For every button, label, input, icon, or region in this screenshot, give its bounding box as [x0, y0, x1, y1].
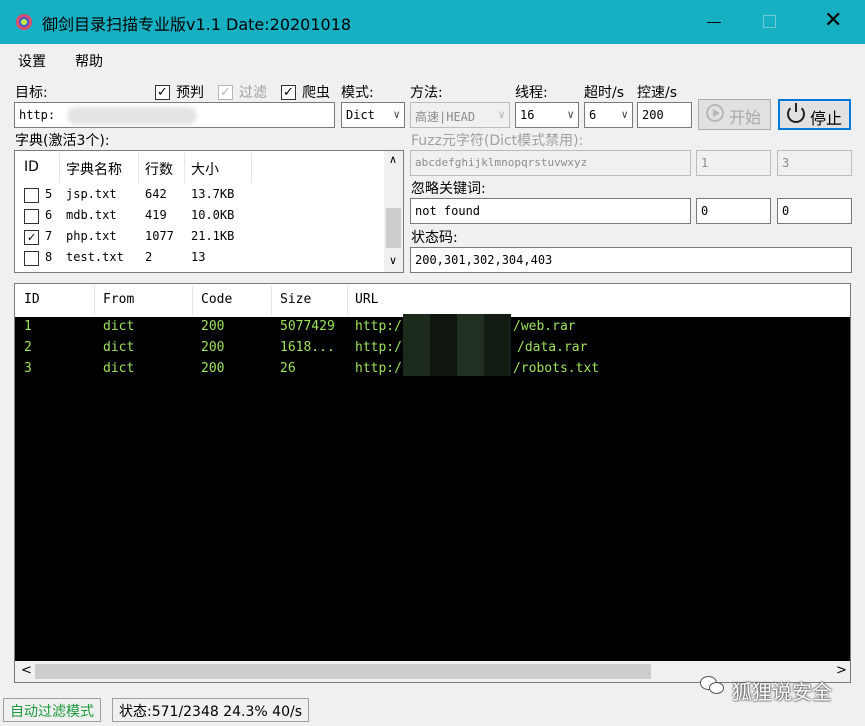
ignore-keyword-input[interactable]: not found: [410, 198, 691, 224]
list-item[interactable]: ✓ 7 php.txt 1077 21.1KB: [15, 227, 385, 248]
results-table[interactable]: ID From Code Size URL 1 dict 200 5077429…: [14, 283, 851, 683]
col-id[interactable]: ID: [24, 292, 40, 307]
power-icon: [787, 103, 805, 123]
threads-select[interactable]: 16 ∨: [515, 102, 579, 128]
status-code-input[interactable]: 200,301,302,304,403: [410, 247, 852, 273]
dict-list[interactable]: ID 字典名称 行数 大小 5 jsp.txt 642 13.7KB 6 mdb…: [14, 150, 404, 273]
minimize-icon: [707, 22, 721, 23]
method-label: 方法:: [410, 85, 443, 101]
chevron-down-icon: ∨: [498, 108, 505, 121]
wechat-logo-icon: [700, 676, 726, 696]
maximize-button[interactable]: [742, 0, 798, 44]
crawler-label: 爬虫: [302, 85, 330, 101]
fuzz-min-input[interactable]: 1: [696, 150, 771, 176]
filter-checkbox[interactable]: ✓: [218, 85, 233, 100]
menu-help[interactable]: 帮助: [75, 51, 103, 71]
play-icon: [706, 104, 724, 122]
redacted-region: [67, 107, 197, 125]
target-label: 目标:: [15, 85, 48, 101]
dict-checkbox[interactable]: ✓: [24, 230, 39, 245]
menu-settings[interactable]: 设置: [18, 51, 46, 71]
dict-checkbox[interactable]: [24, 209, 39, 224]
mode-status: 自动过滤模式: [3, 698, 101, 722]
threads-label: 线程:: [515, 85, 548, 101]
ignore-a-input[interactable]: 0: [696, 198, 771, 224]
scroll-right-icon[interactable]: >: [836, 663, 847, 678]
filter-label: 过滤: [239, 85, 267, 101]
mode-select[interactable]: Dict ∨: [341, 102, 405, 128]
chevron-down-icon: ∨: [567, 108, 574, 121]
status-code-label: 状态码:: [411, 230, 458, 246]
close-icon: ✕: [824, 8, 843, 33]
dict-label: 字典(激活3个):: [15, 133, 110, 149]
method-select[interactable]: 高速|HEAD ∨: [410, 102, 510, 128]
close-button[interactable]: ✕: [808, 0, 864, 44]
rate-input[interactable]: 200: [637, 102, 692, 128]
col-size[interactable]: Size: [280, 292, 311, 307]
maximize-icon: [763, 15, 776, 28]
scroll-thumb[interactable]: [35, 664, 651, 679]
ignore-label: 忽略关键词:: [411, 181, 486, 197]
title-bar[interactable]: 御剑目录扫描专业版v1.1 Date:20201018 ✕: [0, 0, 865, 44]
timeout-label: 超时/s: [584, 85, 625, 101]
fuzz-chars-input[interactable]: abcdefghijklmnopqrstuvwxyz: [410, 150, 691, 176]
app-icon: [16, 14, 32, 30]
scroll-down-icon[interactable]: ∨: [389, 254, 397, 267]
fuzz-label: Fuzz元字符(Dict模式禁用):: [411, 133, 584, 149]
col-url[interactable]: URL: [355, 292, 378, 307]
crawler-checkbox[interactable]: ✓: [281, 85, 296, 100]
precheck-checkbox[interactable]: ✓: [155, 85, 170, 100]
dict-checkbox[interactable]: [24, 251, 39, 266]
col-size[interactable]: 大小: [191, 159, 219, 179]
list-item[interactable]: 6 mdb.txt 419 10.0KB: [15, 206, 385, 227]
menu-bar: 设置 帮助: [0, 44, 865, 76]
scroll-left-icon[interactable]: <: [21, 663, 32, 678]
dict-scrollbar[interactable]: ∧ ∨: [384, 151, 403, 272]
stop-button[interactable]: 停止: [778, 99, 851, 130]
list-item[interactable]: 5 jsp.txt 642 13.7KB: [15, 185, 385, 206]
window-title: 御剑目录扫描专业版v1.1 Date:20201018: [42, 15, 352, 34]
chevron-down-icon: ∨: [621, 108, 628, 121]
scroll-up-icon[interactable]: ∧: [389, 153, 397, 166]
col-code[interactable]: Code: [201, 292, 232, 307]
watermark-text: 狐狸说安全: [732, 680, 832, 704]
mode-label: 模式:: [341, 85, 374, 101]
minimize-button[interactable]: [686, 0, 742, 44]
timeout-select[interactable]: 6 ∨: [584, 102, 633, 128]
scroll-thumb[interactable]: [386, 208, 401, 248]
chevron-down-icon: ∨: [393, 108, 400, 121]
progress-status: 状态:571/2348 24.3% 40/s: [112, 698, 309, 722]
col-id[interactable]: ID: [24, 159, 39, 175]
target-input[interactable]: http:: [14, 102, 335, 128]
col-dict-name[interactable]: 字典名称: [66, 159, 122, 179]
redacted-region: [403, 314, 511, 376]
start-button[interactable]: 开始: [698, 99, 771, 130]
dict-checkbox[interactable]: [24, 188, 39, 203]
ignore-b-input[interactable]: 0: [777, 198, 852, 224]
col-from[interactable]: From: [103, 292, 134, 307]
list-item[interactable]: 8 test.txt 2 13: [15, 248, 385, 269]
rate-label: 控速/s: [637, 85, 678, 101]
col-lines[interactable]: 行数: [145, 159, 173, 179]
results-header: ID From Code Size URL: [15, 284, 850, 317]
fuzz-max-input[interactable]: 3: [777, 150, 852, 176]
precheck-label: 预判: [176, 85, 204, 101]
